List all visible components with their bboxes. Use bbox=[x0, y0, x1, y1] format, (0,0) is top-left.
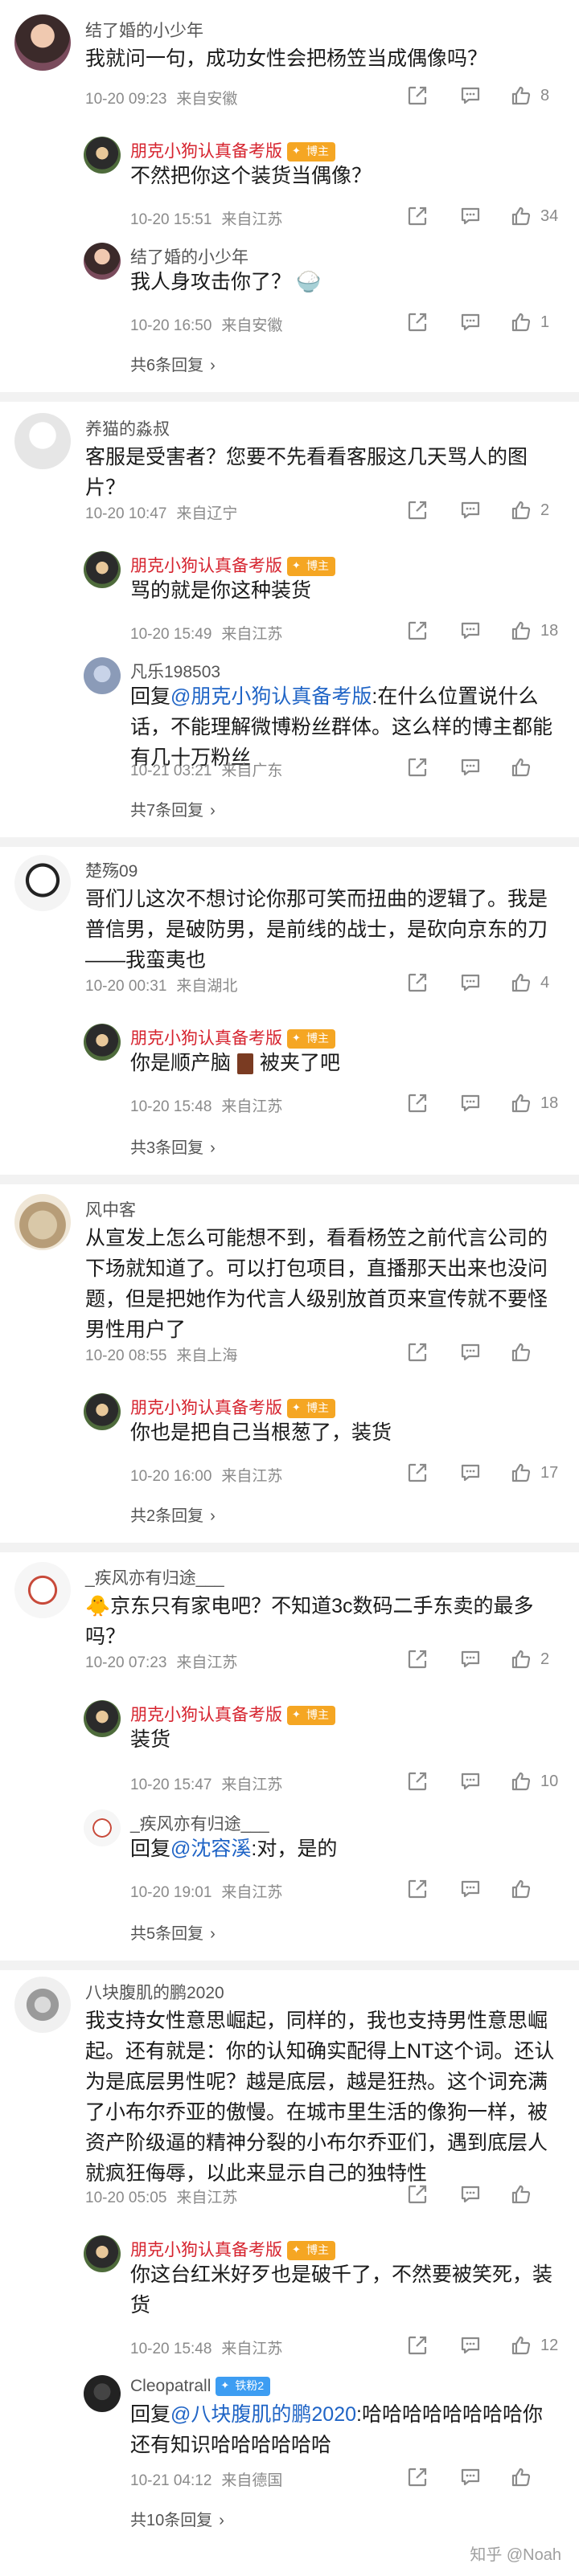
reply-body: 你这台红米好歹也是破千了，不然要被笑死，装货 bbox=[130, 2263, 553, 2316]
author-badge: 博主 bbox=[287, 2241, 335, 2261]
reply-username: Cleopatrall 铁粉2 bbox=[130, 2377, 271, 2397]
thumbs-up-icon bbox=[510, 2334, 532, 2357]
comment-username[interactable]: 八块腹肌的鹏2020 bbox=[85, 1980, 224, 2004]
comment-block: 八块腹肌的鹏2020 我支持女性意思崛起，同样的，我也支持男性意思崛起。还有就是：… bbox=[0, 0, 579, 2576]
ip-location: 来自德国 bbox=[221, 2472, 283, 2489]
timestamp: 10-21 04:12 bbox=[130, 2472, 212, 2489]
comment-meta: 10-20 05:05 来自江苏 bbox=[85, 2186, 237, 2207]
comment-meta: 10-20 15:48 来自江苏 bbox=[130, 2337, 282, 2358]
share-icon[interactable] bbox=[405, 2182, 429, 2206]
reply-username-text[interactable]: Cleopatrall bbox=[130, 2377, 211, 2395]
reply-text: 回复@八块腹肌的鹏2020:哈哈哈哈哈哈哈哈你还有知识哈哈哈哈哈哈 bbox=[130, 2399, 561, 2460]
reply-username-text[interactable]: 朋克小狗认真备考版 bbox=[130, 2241, 282, 2259]
reply-prefix: 回复 bbox=[130, 2403, 171, 2426]
fan-badge: 铁粉2 bbox=[216, 2377, 271, 2397]
comment-actions bbox=[376, 2182, 561, 2206]
timestamp: 10-20 15:48 bbox=[130, 2341, 212, 2357]
comment-bubble-icon[interactable] bbox=[458, 2465, 482, 2489]
chevron-right-icon: › bbox=[219, 2512, 224, 2529]
reply-avatar[interactable] bbox=[84, 2375, 121, 2412]
like-button[interactable] bbox=[510, 2466, 561, 2488]
share-icon[interactable] bbox=[405, 2465, 429, 2489]
timestamp: 10-20 05:05 bbox=[85, 2190, 167, 2206]
comment-thread: 结了婚的小少年 我就问一句，成功女性会把杨笠当成偶像吗？ 10-20 09:23 来自… bbox=[0, 0, 579, 2576]
more-replies-link[interactable]: 共10条回复 › bbox=[130, 2507, 224, 2530]
comment-meta: 10-21 04:12 来自德国 bbox=[130, 2468, 282, 2490]
avatar[interactable] bbox=[14, 1977, 71, 2033]
comment-actions: 12 bbox=[376, 2333, 561, 2357]
comment-text: 我支持女性意思崛起，同样的，我也支持男性意思崛起。还有就是：你的认知确实配得上N… bbox=[85, 2006, 560, 2189]
ip-location: 来自江苏 bbox=[221, 2341, 283, 2357]
reply-username: 朋克小狗认真备考版博主 bbox=[130, 2237, 335, 2261]
like-button[interactable] bbox=[510, 2183, 561, 2206]
thumbs-up-icon bbox=[510, 2183, 532, 2206]
mention-link[interactable]: @八块腹肌的鹏2020 bbox=[170, 2403, 356, 2426]
share-icon[interactable] bbox=[405, 2333, 429, 2357]
like-count: 12 bbox=[540, 2336, 559, 2354]
ip-location: 来自江苏 bbox=[176, 2190, 238, 2206]
reply-text: 你这台红米好歹也是破千了，不然要被笑死，装货 bbox=[130, 2259, 561, 2320]
comment-bubble-icon[interactable] bbox=[458, 2182, 482, 2206]
comment-body: 我支持女性意思崛起，同样的，我也支持男性意思崛起。还有就是：你的认知确实配得上N… bbox=[85, 2010, 555, 2185]
reply-avatar[interactable] bbox=[84, 2235, 121, 2272]
more-replies-label: 共10条回复 bbox=[130, 2512, 213, 2529]
comment-bubble-icon[interactable] bbox=[458, 2333, 482, 2357]
thumbs-up-icon bbox=[510, 2466, 532, 2488]
watermark: 知乎 @Noah bbox=[470, 2546, 561, 2564]
like-button[interactable]: 12 bbox=[510, 2334, 561, 2357]
comment-actions bbox=[376, 2465, 561, 2489]
